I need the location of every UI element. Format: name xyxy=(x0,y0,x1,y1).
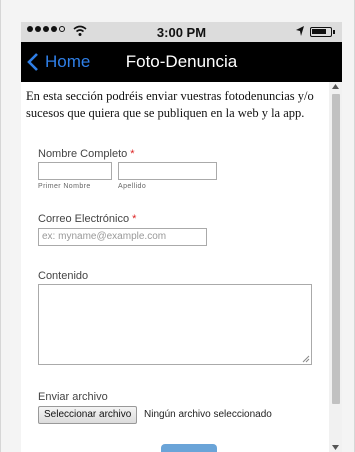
nav-bar: Home Foto-Denuncia xyxy=(21,42,342,82)
required-mark: * xyxy=(132,213,137,225)
resize-grip-icon[interactable] xyxy=(302,355,310,363)
battery-icon xyxy=(310,27,335,37)
content-textarea[interactable] xyxy=(38,284,312,365)
name-label-text: Nombre Completo xyxy=(38,148,128,160)
submit-button[interactable] xyxy=(161,444,217,452)
email-label-text: Correo Electrónico xyxy=(38,213,130,225)
device-frame: 3:00 PM Home Foto-Denuncia En esta secci… xyxy=(0,0,355,452)
required-mark: * xyxy=(130,148,135,160)
name-label: Nombre Completo * xyxy=(38,148,135,160)
content-label: Contenido xyxy=(38,270,89,282)
email-label: Correo Electrónico * xyxy=(38,213,136,225)
scroll-down-icon[interactable] xyxy=(332,445,339,450)
file-label: Enviar archivo xyxy=(38,391,108,403)
last-name-sublabel: Apellido xyxy=(118,183,147,190)
email-input[interactable]: ex: myname@example.com xyxy=(38,228,207,246)
scrollbar[interactable] xyxy=(329,82,342,452)
location-arrow-icon xyxy=(295,25,305,40)
scroll-up-icon[interactable] xyxy=(332,84,339,89)
scrollbar-thumb[interactable] xyxy=(332,94,340,404)
status-time: 3:00 PM xyxy=(156,25,207,40)
last-name-input[interactable] xyxy=(118,162,217,180)
first-name-input[interactable] xyxy=(38,162,112,180)
intro-text: En esta sección podréis enviar vuestras … xyxy=(26,89,314,120)
first-name-sublabel: Primer Nombre xyxy=(38,183,91,190)
choose-file-button[interactable]: Seleccionar archivo xyxy=(38,406,138,424)
page-title: Foto-Denuncia xyxy=(125,52,238,71)
status-bar: 3:00 PM xyxy=(21,22,342,42)
file-status: Ningún archivo seleccionado xyxy=(144,409,272,420)
phone-screen: 3:00 PM Home Foto-Denuncia En esta secci… xyxy=(21,22,342,452)
form-content: En esta sección podréis enviar vuestras … xyxy=(21,82,329,452)
